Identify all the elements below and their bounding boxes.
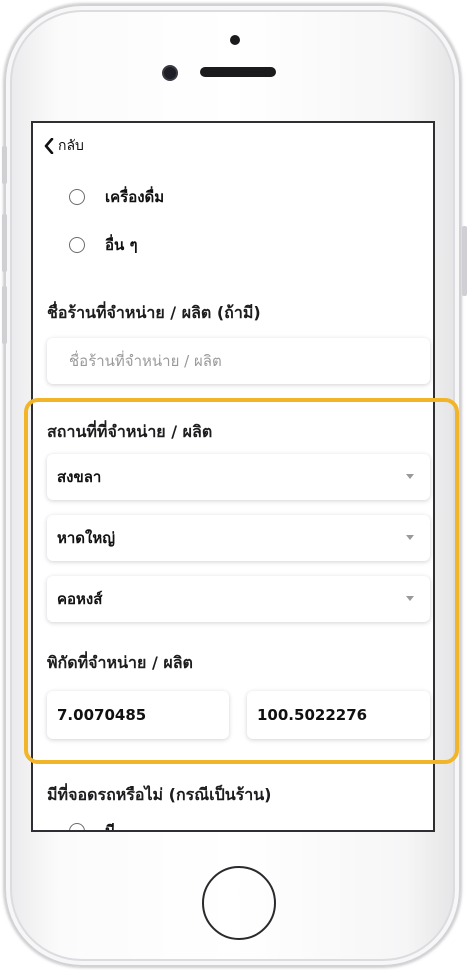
back-label: กลับ	[58, 138, 84, 154]
parking-label: มีที่จอดรถหรือไม่ (กรณีเป็นร้าน)	[47, 785, 272, 804]
radio-label: เครื่องดื่ม	[105, 188, 165, 206]
location-highlight-box	[24, 398, 459, 764]
radio-circle[interactable]	[69, 189, 85, 205]
radio-circle[interactable]	[69, 237, 85, 253]
front-camera	[164, 67, 176, 79]
shop-name-input[interactable]: ชื่อร้านที่จำหน่าย / ผลิต	[47, 338, 430, 384]
phone-volume-down-button	[2, 286, 7, 344]
phone-side-button	[2, 146, 7, 184]
phone-volume-up-button	[2, 214, 7, 272]
back-button[interactable]: กลับ	[43, 135, 84, 157]
radio-label: อื่น ๆ	[105, 236, 138, 254]
radio-circle[interactable]	[69, 823, 85, 830]
chevron-left-icon	[43, 138, 55, 154]
home-button[interactable]	[202, 866, 276, 940]
earpiece-speaker	[200, 67, 276, 77]
shop-name-placeholder: ชื่อร้านที่จำหน่าย / ผลิต	[69, 352, 222, 370]
radio-option-other[interactable]: อื่น ๆ	[69, 233, 138, 257]
radio-label: มี	[105, 819, 115, 830]
shop-name-label: ชื่อร้านที่จำหน่าย / ผลิต (ถ้ามี)	[47, 303, 261, 322]
camera-dot	[230, 35, 240, 45]
phone-power-button	[462, 226, 467, 296]
radio-option-parking-yes[interactable]: มี	[69, 819, 115, 830]
radio-option-drinks[interactable]: เครื่องดื่ม	[69, 185, 164, 209]
